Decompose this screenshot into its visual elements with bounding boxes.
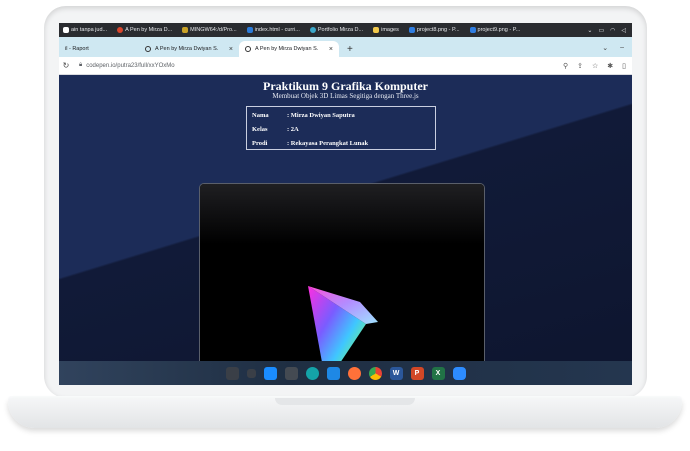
- window-item[interactable]: project9.png - P...: [466, 27, 527, 33]
- close-tab-icon[interactable]: ×: [329, 46, 333, 53]
- window-item[interactable]: A Pen by Mirza D...: [113, 27, 178, 33]
- identity-table: Nama : Mirza Dwiyan Saputra Kelas : 2A P…: [246, 106, 436, 150]
- excel-icon[interactable]: X: [431, 366, 445, 380]
- bookmark-star-icon[interactable]: ☆: [592, 62, 598, 70]
- window-item-label: A Pen by Mirza D...: [125, 27, 173, 33]
- window-item[interactable]: images: [369, 27, 405, 33]
- info-row: Prodi : Rekayasa Perangkat Lunak: [252, 140, 368, 147]
- tab-label: A Pen by Mirza Dwiyan S.: [255, 46, 319, 52]
- window-item-label: ain tanpa jud...: [71, 27, 108, 33]
- close-tab-icon[interactable]: ×: [229, 46, 233, 53]
- codepen-icon: [245, 46, 251, 52]
- photos-icon: [408, 27, 415, 33]
- chevron-down-icon[interactable]: ⌄: [587, 27, 592, 34]
- laptop-hinge: [275, 398, 415, 405]
- side-panel-icon[interactable]: ▯: [622, 62, 626, 70]
- minimize-icon[interactable]: –: [620, 44, 624, 52]
- window-item[interactable]: project8.png - P...: [405, 27, 466, 33]
- photos-icon: [469, 27, 476, 33]
- word-icon[interactable]: W: [389, 366, 403, 380]
- codepen-icon: [145, 46, 151, 52]
- laptop-screen: ain tanpa jud... A Pen by Mirza D... MIN…: [59, 23, 632, 385]
- info-row: Nama : Mirza Dwiyan Saputra: [252, 112, 355, 119]
- browser-tab-bar: il - Raport A Pen by Mirza Dwiyan S. × A…: [59, 37, 632, 57]
- windows-taskbar: W P X: [59, 361, 632, 385]
- tab-label: A Pen by Mirza Dwiyan S.: [155, 46, 219, 52]
- tab-raport[interactable]: il - Raport: [59, 41, 139, 57]
- window-icon: [63, 27, 69, 33]
- window-item[interactable]: ain tanpa jud...: [59, 27, 113, 33]
- tab-label: il - Raport: [65, 46, 89, 52]
- pyramid-render: [308, 286, 378, 361]
- system-tray: ⌄ ▭ ◠ ◁: [587, 27, 632, 34]
- window-item[interactable]: MINGW64:/d/Pro...: [178, 27, 242, 33]
- firefox-icon[interactable]: [347, 366, 361, 380]
- info-key: Prodi: [252, 140, 268, 147]
- window-item-label: MINGW64:/d/Pro...: [190, 27, 237, 33]
- git-bash-icon: [182, 27, 189, 33]
- tab-pen-1[interactable]: A Pen by Mirza Dwiyan S. ×: [139, 41, 239, 57]
- share-icon[interactable]: ⇪: [577, 62, 583, 70]
- lock-icon[interactable]: 🔒︎: [79, 62, 82, 69]
- file-explorer-icon[interactable]: [225, 366, 239, 380]
- tab-search-icon[interactable]: ⌄: [602, 44, 608, 52]
- address-actions: ⚲ ⇪ ☆ ✱ ▯: [563, 62, 632, 70]
- info-value: : Mirza Dwiyan Saputra: [287, 112, 355, 119]
- folder-icon: [373, 27, 380, 33]
- terminal-icon[interactable]: [284, 366, 298, 380]
- window-item[interactable]: Portfolio Mirza D...: [306, 27, 369, 33]
- extensions-icon[interactable]: ✱: [607, 62, 613, 70]
- browser-icon: [309, 27, 316, 33]
- zoom-icon[interactable]: ⚲: [563, 62, 568, 70]
- new-tab-button[interactable]: +: [339, 41, 361, 57]
- wifi-icon[interactable]: ◠: [610, 27, 615, 34]
- powerpoint-icon[interactable]: P: [410, 366, 424, 380]
- window-item-label: images: [381, 27, 399, 33]
- chrome-icon[interactable]: [368, 366, 382, 380]
- window-item-label: project8.png - P...: [416, 27, 460, 33]
- arduino-icon[interactable]: [305, 366, 319, 380]
- battery-icon[interactable]: ▭: [598, 27, 604, 34]
- tab-pen-active[interactable]: A Pen by Mirza Dwiyan S. ×: [239, 41, 339, 57]
- address-bar: ↻ 🔒︎ codepen.io/putra23/full/xxYOxMo ⚲ ⇪…: [59, 57, 632, 75]
- volume-icon[interactable]: ◁: [621, 27, 626, 34]
- codepen-icon: [117, 27, 124, 33]
- window-item-label: project9.png - P...: [477, 27, 521, 33]
- vscode-icon[interactable]: [326, 366, 340, 380]
- reload-icon[interactable]: ↻: [59, 61, 73, 70]
- info-key: Kelas: [252, 126, 268, 133]
- threejs-canvas[interactable]: [199, 183, 485, 361]
- task-view-icon[interactable]: [246, 368, 256, 378]
- url-field[interactable]: codepen.io/putra23/full/xxYOxMo: [86, 63, 563, 69]
- windows-start-icon[interactable]: [263, 366, 277, 380]
- window-item-label: Portfolio Mirza D...: [317, 27, 364, 33]
- window-item[interactable]: index.html - curri...: [243, 27, 306, 33]
- page-subtitle: Membuat Objek 3D Limas Segitiga dengan T…: [272, 92, 419, 100]
- window-item-label: index.html - curri...: [254, 27, 300, 33]
- vscode-icon: [246, 27, 253, 33]
- info-value: : 2A: [287, 126, 299, 133]
- info-row: Kelas : 2A: [252, 126, 299, 133]
- taskbar-window-strip: ain tanpa jud... A Pen by Mirza D... MIN…: [59, 23, 632, 37]
- zoom-icon[interactable]: [452, 366, 466, 380]
- window-controls: ⌄ –: [602, 44, 632, 57]
- info-value: : Rekayasa Perangkat Lunak: [287, 140, 369, 147]
- web-page: Praktikum 9 Grafika Komputer Membuat Obj…: [59, 75, 632, 361]
- info-key: Nama: [252, 112, 269, 119]
